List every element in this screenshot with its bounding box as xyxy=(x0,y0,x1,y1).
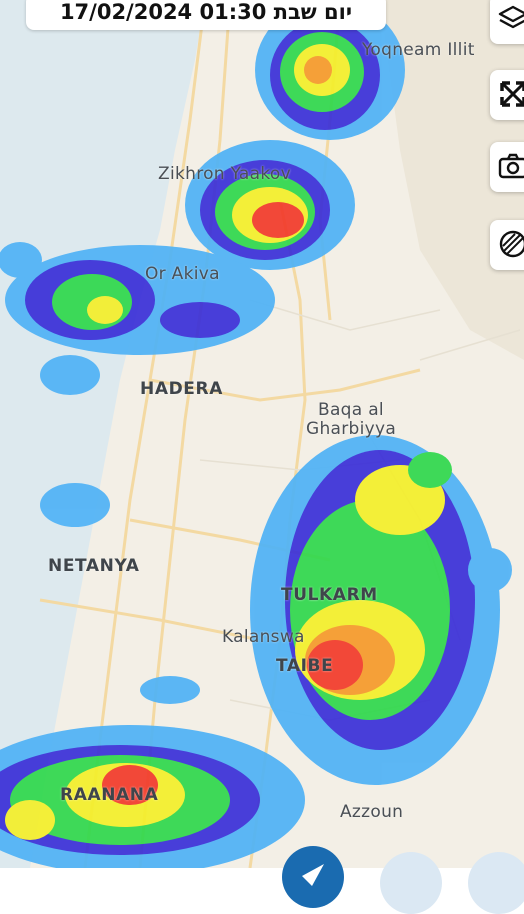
expand-button[interactable] xyxy=(490,70,524,120)
camera-icon xyxy=(498,153,524,179)
place-label-yoqneam: Yoqneam Illit xyxy=(362,40,475,60)
place-label-or-akiva: Or Akiva xyxy=(145,264,220,284)
expand-icon xyxy=(500,81,524,107)
radar-toggle-button[interactable] xyxy=(490,220,524,270)
bottom-action-button[interactable] xyxy=(380,852,442,914)
place-label-baqa-1: Baqa al xyxy=(318,400,384,420)
bottom-action-button-2[interactable] xyxy=(468,852,524,914)
place-label-hadera: HADERA xyxy=(140,379,223,399)
radar-icon xyxy=(499,230,524,258)
place-label-baqa-2: Gharbiyya xyxy=(306,419,397,439)
place-label-tulkarm: TULKARM xyxy=(281,585,378,605)
place-label-taibe: TAIBE xyxy=(276,656,334,676)
timestamp-banner: 17/02/2024 01:30 יום שבת xyxy=(26,0,386,30)
camera-button[interactable] xyxy=(490,142,524,192)
place-label-zikhron: Zikhron Yaakov xyxy=(158,164,291,184)
layers-button[interactable] xyxy=(490,0,524,44)
radar-map[interactable] xyxy=(0,0,524,868)
locate-button[interactable] xyxy=(282,846,344,908)
place-label-raanana: RAANANA xyxy=(60,785,159,805)
layers-icon xyxy=(498,5,524,29)
place-label-netanya: NETANYA xyxy=(48,556,140,576)
place-label-azzoun: Azzoun xyxy=(340,802,404,822)
navigate-icon xyxy=(302,864,324,886)
place-label-kalanswa: Kalanswa xyxy=(222,627,305,647)
